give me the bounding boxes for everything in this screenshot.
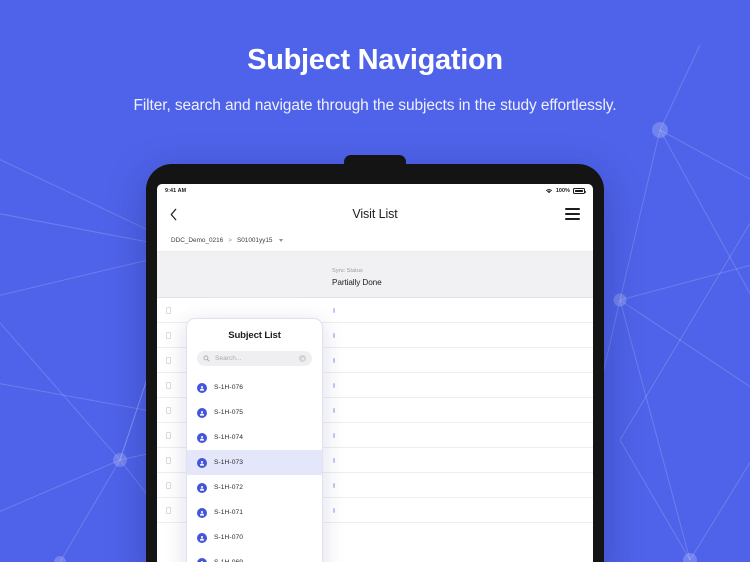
list-item[interactable]: S-1H-076 (187, 375, 322, 400)
battery-percent-label: 100% (555, 188, 570, 194)
subject-id-label: S-1H-072 (214, 484, 244, 491)
row-status-marker (333, 307, 335, 313)
page-title: Subject Navigation (247, 44, 503, 76)
promo-block: Subject Navigation Filter, search and na… (0, 0, 750, 115)
breadcrumb-separator: > (228, 237, 232, 244)
sync-status-value: Partially Done (332, 278, 382, 287)
back-button[interactable] (170, 208, 177, 221)
subject-id-label: S-1H-074 (214, 434, 244, 441)
app-header-bar: Visit List (157, 198, 593, 230)
row-status-marker (333, 457, 335, 463)
status-bar: 9:41 AM 100% (157, 184, 593, 198)
row-status-marker (333, 432, 335, 438)
table-header-band: Sync Status Partially Done (157, 252, 593, 298)
person-avatar-icon (197, 432, 207, 443)
subject-id-label: S-1H-071 (214, 509, 244, 516)
status-bar-time: 9:41 AM (165, 188, 187, 194)
subject-list-scroll[interactable]: S-1H-076 S-1H-075 S-1H-074 S-1H-073 S-1H-072… (187, 375, 322, 562)
person-avatar-icon (197, 382, 207, 393)
row-status-marker (333, 407, 335, 413)
status-bar-indicators: 100% (545, 188, 587, 194)
document-icon (166, 356, 171, 364)
row-status-marker (333, 382, 335, 388)
popover-title: Subject List (228, 330, 281, 341)
screen-title: Visit List (352, 207, 398, 221)
document-icon (166, 306, 171, 314)
sync-status-column: Sync Status Partially Done (332, 268, 382, 287)
breadcrumb: DDC_Demo_0216 > S01001yy15 (157, 230, 593, 252)
subject-id-label: S-1H-075 (214, 409, 244, 416)
row-status-marker (333, 332, 335, 338)
person-avatar-icon (197, 482, 207, 493)
document-icon (166, 381, 171, 389)
document-icon (166, 481, 171, 489)
subject-id-label: S-1H-076 (214, 384, 244, 391)
tablet-device-frame: 9:41 AM 100% Visit List DDC_Demo_0216 > … (146, 155, 604, 562)
clear-circle-icon[interactable] (299, 355, 306, 362)
chevron-left-icon (170, 208, 177, 220)
list-item[interactable]: S-1H-074 (187, 425, 322, 450)
document-icon (166, 431, 171, 439)
list-item[interactable]: S-1H-071 (187, 500, 322, 525)
page-subtitle: Filter, search and navigate through the … (133, 97, 617, 114)
row-status-marker (333, 507, 335, 513)
row-status-marker (333, 482, 335, 488)
battery-full-icon (573, 188, 587, 194)
row-status-marker (333, 357, 335, 363)
search-field-wrapper: Search... (187, 341, 322, 375)
chevron-down-icon[interactable] (278, 239, 283, 242)
breadcrumb-site[interactable]: S01001yy15 (237, 237, 273, 244)
search-placeholder: Search... (215, 355, 242, 362)
wifi-icon (545, 189, 552, 194)
list-item[interactable]: S-1H-069 (187, 550, 322, 562)
document-icon (166, 506, 171, 514)
person-avatar-icon (197, 507, 207, 518)
subject-id-label: S-1H-070 (214, 534, 244, 541)
person-avatar-icon (197, 457, 207, 468)
tablet-screen: 9:41 AM 100% Visit List DDC_Demo_0216 > … (157, 184, 593, 562)
search-input[interactable]: Search... (197, 351, 312, 366)
search-icon (203, 355, 210, 362)
person-avatar-icon (197, 407, 207, 418)
document-icon (166, 456, 171, 464)
list-item[interactable]: S-1H-070 (187, 525, 322, 550)
visit-list-content: S Sync Status Partially Done Subject Lis… (157, 252, 593, 562)
person-avatar-icon (197, 557, 207, 562)
breadcrumb-study[interactable]: DDC_Demo_0216 (171, 237, 223, 244)
list-item[interactable]: S-1H-072 (187, 475, 322, 500)
list-item[interactable]: S-1H-073 (187, 450, 322, 475)
list-item[interactable]: S-1H-075 (187, 400, 322, 425)
sync-status-label: Sync Status (332, 268, 363, 274)
subject-id-label: S-1H-073 (214, 459, 244, 466)
hamburger-menu-icon[interactable] (565, 208, 580, 220)
document-icon (166, 331, 171, 339)
camera-notch (344, 155, 406, 171)
person-avatar-icon (197, 532, 207, 543)
subject-list-popover: Subject List Search... S-1H-076 S-1H-075… (186, 318, 323, 562)
document-icon (166, 406, 171, 414)
